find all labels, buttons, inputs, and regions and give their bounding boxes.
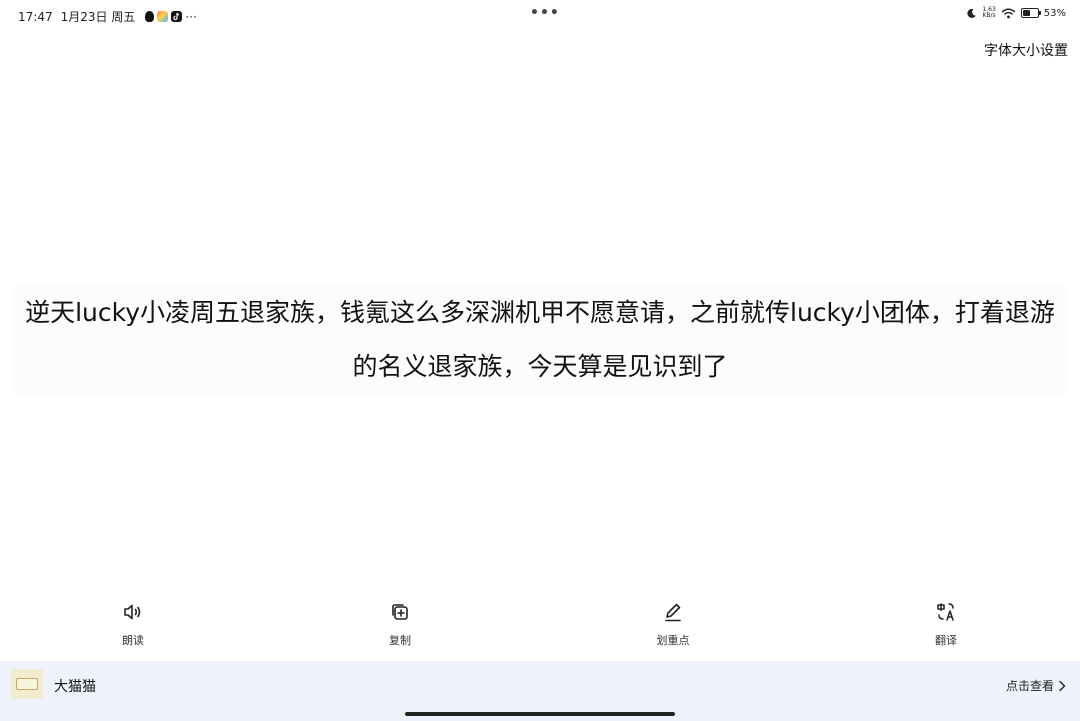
translate-icon [937,603,954,621]
net-speed: 1.63 KB/s [982,6,996,19]
window-handle-dots[interactable]: ••• [530,5,560,21]
speaker-icon [124,604,141,620]
copy-button[interactable]: 复制 [355,600,445,648]
qq-icon [145,11,155,22]
status-date: 1月23日 周五 [60,10,136,24]
copy-icon [392,604,408,620]
read-aloud-label: 朗读 [122,634,144,647]
copy-label: 复制 [389,634,411,647]
battery-fill [1022,10,1030,16]
moon-icon [967,8,977,18]
highlight-label: 划重点 [656,634,690,647]
view-link[interactable]: 点击查看 [1006,677,1066,694]
source-bar[interactable]: 大猫猫 点击查看 [0,661,1080,708]
thumbnail-image [16,678,38,690]
translate-label: 翻译 [935,634,957,647]
home-indicator[interactable] [405,712,675,716]
more-notifications-icon: ··· [185,9,197,24]
status-time: 17:47 [18,9,53,24]
notification-icons: ··· [145,9,197,24]
battery-icon [1020,8,1041,18]
tiktok-icon [171,11,183,22]
read-aloud-button[interactable]: 朗读 [88,600,178,648]
status-bar: 17:47 1月23日 周五 ··· ••• 1.63 KB/s 53% [0,0,1080,30]
highlight-button[interactable]: 划重点 [628,600,718,648]
source-title: 大猫猫 [54,679,96,695]
translate-button[interactable]: 翻译 [901,600,991,648]
status-left: 17:47 1月23日 周五 ··· [18,8,197,25]
chevron-right-icon [1059,680,1066,691]
battery-percent: 53% [1043,7,1066,19]
source-thumbnail [11,669,43,699]
content-text: 逆天lucky小凌周五退家族，钱氪这么多深渊机甲不愿意请，之前就传lucky小团… [14,286,1066,394]
status-right: 1.63 KB/s 53% [966,7,1066,19]
pen-icon [665,603,681,622]
action-toolbar: 朗读 复制 划重点 翻译 [0,600,1080,654]
gallery-icon [157,11,169,22]
view-link-label: 点击查看 [1005,679,1054,693]
wifi-icon [1001,8,1016,18]
font-size-setting-button[interactable]: 字体大小设置 [984,40,1068,60]
